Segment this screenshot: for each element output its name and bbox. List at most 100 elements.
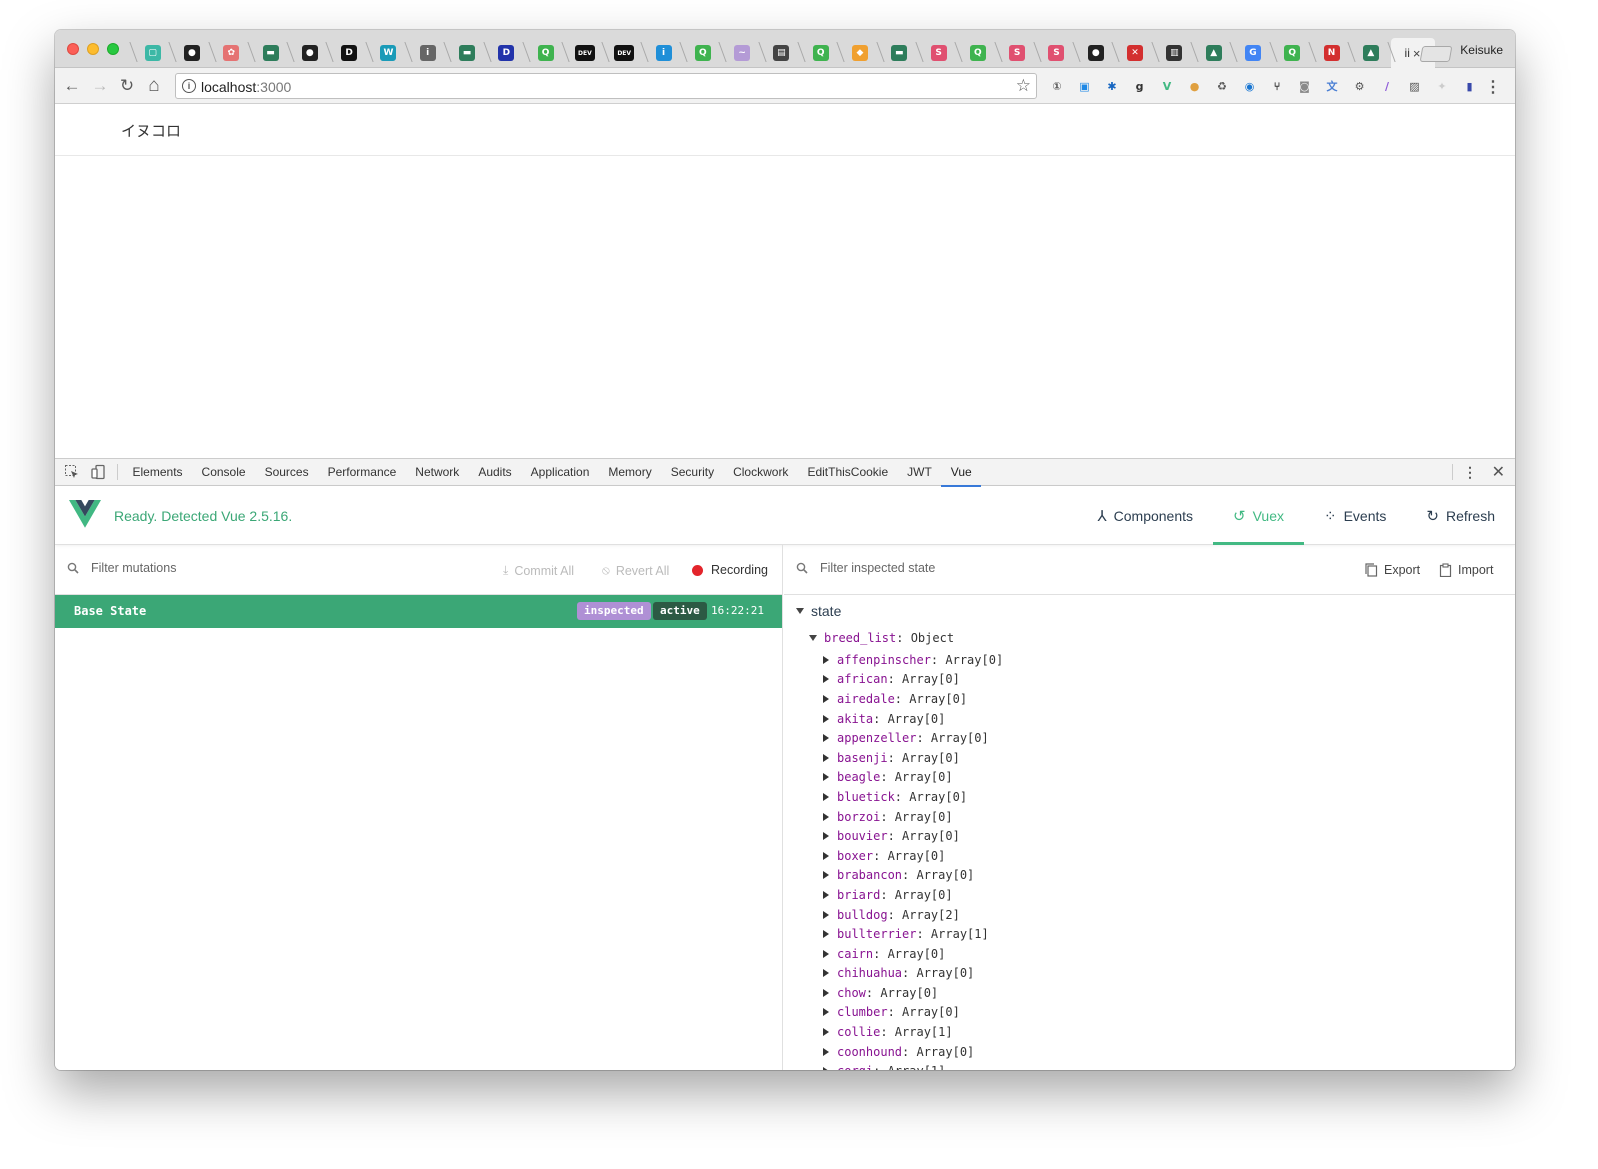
feather-ext-icon[interactable]: ∕ [1378,77,1396,95]
tree-node[interactable]: briard: Array[0] [823,885,1003,905]
profile-name[interactable]: Keisuke [1460,43,1503,57]
tree-node[interactable]: coonhound: Array[0] [823,1042,1003,1062]
browser-tab[interactable]: ✕ [1115,38,1154,68]
gear-ext-icon[interactable]: ⚙ [1351,77,1369,95]
devtools-tab-vue[interactable]: Vue [941,459,982,487]
browser-tab[interactable]: ▬ [447,38,486,68]
caret-down-icon[interactable] [796,608,804,614]
close-devtools-icon[interactable]: ✕ [1492,462,1505,482]
vue-tab-components[interactable]: ⅄ Components [1077,486,1213,545]
tree-node[interactable]: basenji: Array[0] [823,748,1003,768]
devtools-tab-sources[interactable]: Sources [255,459,318,486]
browser-tab[interactable]: i [644,38,683,68]
browser-tab[interactable]: S [919,38,958,68]
vue-ext-icon[interactable]: V [1158,77,1176,95]
browser-tab[interactable]: S [998,38,1037,68]
caret-right-icon[interactable] [823,675,829,684]
devtools-tab-elements[interactable]: Elements [123,459,192,486]
caret-down-icon[interactable] [809,635,817,641]
browser-tab[interactable]: ▲ [1351,38,1390,68]
browser-tab[interactable]: W [369,38,408,68]
caret-right-icon[interactable] [823,832,829,841]
recycle-ext-icon[interactable]: ♻ [1213,77,1231,95]
device-toolbar-icon[interactable] [90,464,106,480]
devtools-tab-application[interactable]: Application [521,459,599,486]
caret-right-icon[interactable] [823,655,829,664]
browser-tab[interactable]: ◆ [840,38,879,68]
inspect-element-icon[interactable] [64,464,80,480]
maximize-window-button[interactable] [107,43,119,55]
translate-ext-icon[interactable]: 文 [1323,77,1341,95]
recording-toggle[interactable]: Recording [692,563,768,577]
browser-tab[interactable]: ▢ [133,38,172,68]
browser-tab[interactable]: ▥ [1155,38,1194,68]
tree-node[interactable]: chihuahua: Array[0] [823,964,1003,984]
browser-tab[interactable]: ▤ [762,38,801,68]
breed-list-node[interactable]: breed_list: Object [809,631,954,645]
tree-node[interactable]: corgi: Array[1] [823,1061,1003,1070]
vue-tab-events[interactable]: ⁘ Events [1304,486,1406,545]
caret-right-icon[interactable] [823,812,829,821]
address-bar[interactable]: i localhost:3000 ☆ [175,73,1037,99]
devtools-tab-performance[interactable]: Performance [318,459,406,486]
back-button[interactable]: ← [61,75,83,97]
commit-all-button[interactable]: ⤓ Commit All [503,563,574,578]
devtools-tab-clockwork[interactable]: Clockwork [724,459,798,486]
caret-right-icon[interactable] [823,930,829,939]
caret-right-icon[interactable] [823,910,829,919]
tree-node[interactable]: chow: Array[0] [823,983,1003,1003]
tree-node[interactable]: affenpinscher: Array[0] [823,650,1003,670]
forward-button[interactable]: → [89,75,111,97]
site-title[interactable]: イヌコロ [121,120,181,141]
caret-right-icon[interactable] [823,988,829,997]
vue-tab-vuex[interactable]: ↺ Vuex [1213,486,1304,545]
browser-tab[interactable]: Q [801,38,840,68]
browser-tab[interactable]: ● [290,38,329,68]
state-root-node[interactable]: state [796,603,841,619]
fork-ext-icon[interactable]: ⑂ [1268,77,1286,95]
browser-tab[interactable]: D [487,38,526,68]
filter-state-input[interactable] [820,561,1060,575]
revert-all-button[interactable]: ⦸ Revert All [602,563,669,578]
browser-tab[interactable]: D [329,38,368,68]
tree-node[interactable]: boxer: Array[0] [823,846,1003,866]
home-button[interactable]: ⌂ [143,75,165,97]
devtools-tab-console[interactable]: Console [192,459,255,486]
reload-button[interactable]: ↻ [116,75,138,97]
caret-right-icon[interactable] [823,851,829,860]
sparkle-ext-icon[interactable]: ✦ [1433,77,1451,95]
caret-right-icon[interactable] [823,753,829,762]
tree-node[interactable]: african: Array[0] [823,670,1003,690]
tree-node[interactable]: brabancon: Array[0] [823,866,1003,886]
mutation-row[interactable]: Base State inspected active 16:22:21 [55,595,782,628]
image-ext-icon[interactable]: ▨ [1406,77,1424,95]
tree-node[interactable]: bluetick: Array[0] [823,787,1003,807]
browser-tab[interactable]: ▲ [1194,38,1233,68]
caret-right-icon[interactable] [823,714,829,723]
tree-node[interactable]: borzoi: Array[0] [823,807,1003,827]
devtools-tab-memory[interactable]: Memory [599,459,661,486]
caret-right-icon[interactable] [823,1028,829,1037]
import-button[interactable]: Import [1439,563,1493,577]
browser-tab[interactable]: N [1312,38,1351,68]
browser-tab[interactable]: Q [526,38,565,68]
caret-right-icon[interactable] [823,1067,829,1070]
caret-right-icon[interactable] [823,949,829,958]
browser-tab[interactable]: Q [1273,38,1312,68]
camera-ext-icon[interactable]: ◙ [1296,77,1314,95]
tree-node[interactable]: collie: Array[1] [823,1022,1003,1042]
browser-menu-icon[interactable]: ⋮ [1485,77,1501,97]
vue-tab-refresh[interactable]: ↻ Refresh [1406,486,1515,545]
browser-tab[interactable]: DEV [565,38,604,68]
minimize-window-button[interactable] [87,43,99,55]
browser-tab[interactable]: ● [1076,38,1115,68]
browser-tab[interactable]: Q [683,38,722,68]
bookmark-ext-icon[interactable]: ▮ [1461,77,1479,95]
bookmark-star-icon[interactable]: ☆ [1016,76,1031,96]
caret-right-icon[interactable] [823,1008,829,1017]
caret-right-icon[interactable] [823,871,829,880]
browser-tab[interactable]: DEV [605,38,644,68]
devtools-tab-jwt[interactable]: JWT [898,459,942,486]
export-button[interactable]: Export [1365,563,1420,577]
close-window-button[interactable] [67,43,79,55]
